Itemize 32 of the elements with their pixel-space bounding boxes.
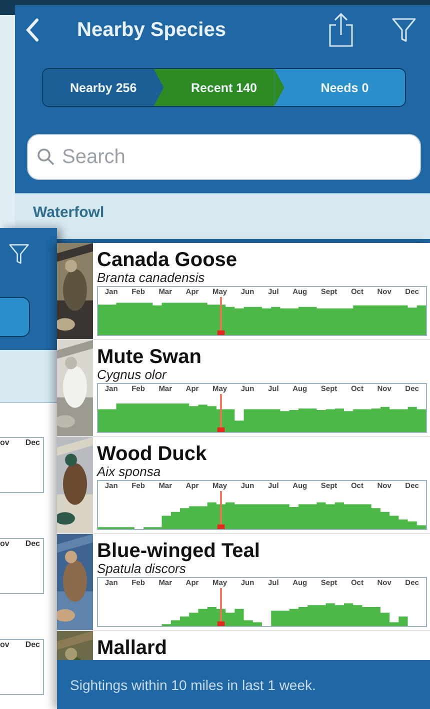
segment-tab[interactable]: Nearby 256 [43,69,164,106]
scientific-name: Aix sponsa [97,465,162,478]
section-title: Waterfowl [33,204,104,221]
scientific-name: Branta canadensis [97,271,206,284]
section-header [0,350,57,403]
share-icon[interactable] [328,12,354,48]
month-label: ov [0,438,10,447]
date-marker [217,491,225,529]
species-name: Blue-winged Teal [97,541,261,562]
segment-tab[interactable] [0,297,30,337]
month-label: Dec [25,640,40,649]
segment-tab[interactable]: Needs 0 [284,69,405,106]
segment-tab[interactable]: Recent 140 [164,69,284,106]
filter-icon[interactable] [9,242,29,266]
search-field[interactable]: Search [27,134,421,180]
scientific-name: Cygnus olor [97,368,168,381]
species-name: Mute Swan [97,347,202,368]
back-icon[interactable] [25,18,39,42]
month-label: ov [0,539,10,548]
month-label: Dec [25,539,40,548]
scientific-name: Spatula discors [97,562,186,575]
date-marker [217,394,225,432]
footer-text: Sightings within 10 miles in last 1 week. [70,676,316,692]
screen-title: Nearby Species [77,18,227,42]
month-label: ov [0,640,10,649]
filter-icon[interactable] [392,17,416,43]
species-name: Mallard [97,638,168,659]
date-marker [217,588,225,626]
species-name: Wood Duck [97,444,208,465]
date-marker [217,297,225,335]
species-name: Canada Goose [97,250,238,271]
month-label: Dec [25,438,40,447]
